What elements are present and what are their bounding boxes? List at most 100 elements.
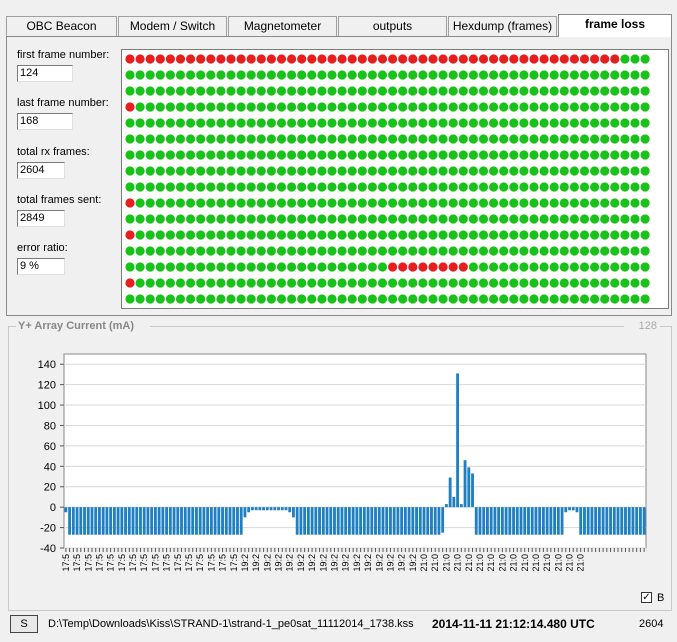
frame-dot — [256, 230, 266, 240]
frame-dot — [489, 198, 499, 208]
frame-dot — [590, 198, 600, 208]
last-frame-field[interactable]: 168 — [17, 113, 73, 130]
frame-dot — [125, 214, 135, 224]
frame-dot — [640, 150, 650, 160]
frame-dot — [337, 134, 347, 144]
frame-dot — [145, 150, 155, 160]
y-tick-label: 100 — [38, 400, 56, 412]
frame-dot — [175, 118, 186, 128]
total-sent-field[interactable]: 2849 — [17, 210, 65, 227]
frame-dot — [630, 262, 640, 272]
bar — [172, 507, 176, 535]
bar — [441, 507, 445, 533]
bar — [277, 507, 280, 511]
frame-dot — [216, 198, 226, 208]
x-tick-label: 17:5 — [83, 554, 93, 572]
frame-dot — [175, 150, 186, 160]
x-tick-label: 21:0 — [531, 554, 541, 572]
frame-dot — [408, 86, 418, 96]
bar — [329, 507, 333, 535]
frame-dot — [569, 262, 579, 272]
bar — [396, 507, 400, 535]
frame-dot — [287, 198, 297, 208]
bar — [124, 507, 127, 535]
x-tick-label: 19:2 — [374, 554, 384, 572]
frame-dot — [590, 278, 600, 288]
frame-dot — [529, 102, 539, 112]
frame-dot — [206, 246, 216, 256]
frame-dot — [610, 102, 620, 112]
frame-dot — [297, 70, 307, 80]
frame-dot — [317, 182, 327, 192]
frame-dot — [630, 294, 640, 304]
frame-dot — [620, 198, 630, 208]
bar — [411, 507, 415, 535]
frame-dot — [529, 230, 539, 240]
frame-dot — [287, 166, 297, 176]
frame-dot — [216, 262, 226, 272]
frame-dot — [539, 134, 549, 144]
frame-dot — [539, 86, 549, 96]
frame-dot — [509, 278, 519, 288]
frame-dot — [499, 102, 509, 112]
frame-dot — [135, 134, 145, 144]
bar — [157, 507, 161, 535]
frame-dot — [145, 134, 155, 144]
frame-dot — [600, 294, 610, 304]
frame-dot — [509, 230, 519, 240]
frame-dot — [337, 262, 347, 272]
frame-dot — [499, 198, 509, 208]
frame-dot — [145, 182, 155, 192]
frame-dot — [448, 70, 458, 80]
tab-obc-beacon[interactable]: OBC Beacon — [6, 16, 117, 36]
frame-dot — [478, 118, 489, 128]
first-frame-field[interactable]: 124 — [17, 65, 73, 82]
frame-dot — [418, 70, 428, 80]
frame-dot — [337, 182, 347, 192]
first-frame-label: first frame number: — [17, 49, 110, 61]
frame-dot — [246, 246, 256, 256]
tab-modem-switch[interactable]: Modem / Switch — [118, 16, 227, 36]
frame-dot — [377, 214, 388, 224]
frame-dot — [458, 262, 468, 272]
tab-outputs[interactable]: outputs — [338, 16, 447, 36]
bar — [280, 507, 284, 511]
frame-dot — [499, 134, 509, 144]
x-tick-label: 19:2 — [307, 554, 317, 572]
tab-hexdump-frames[interactable]: Hexdump (frames) — [448, 16, 557, 36]
frame-dot — [458, 118, 468, 128]
b-checkbox[interactable]: ✓ — [641, 592, 652, 603]
frame-dot — [246, 278, 256, 288]
tab-frame-loss[interactable]: frame loss — [558, 14, 672, 37]
frame-dot — [155, 230, 165, 240]
total-rx-field[interactable]: 2604 — [17, 162, 65, 179]
frame-dot — [438, 246, 448, 256]
frame-dot — [165, 150, 175, 160]
tab-magnetometer[interactable]: Magnetometer — [228, 16, 337, 36]
file-path: D:\Temp\Downloads\Kiss\STRAND-1\strand-1… — [48, 618, 414, 630]
frame-dot — [388, 214, 398, 224]
s-button[interactable]: S — [10, 615, 38, 633]
frame-dot — [590, 54, 600, 64]
bar — [463, 460, 467, 508]
frame-dot — [236, 166, 246, 176]
bar — [213, 507, 217, 535]
frame-dot — [418, 246, 428, 256]
frame-dot — [549, 278, 559, 288]
error-ratio-field[interactable]: 9 % — [17, 258, 65, 275]
frame-dot — [590, 294, 600, 304]
frame-dot — [206, 166, 216, 176]
frame-dot — [236, 70, 246, 80]
frame-dot — [499, 294, 509, 304]
frame-dot — [216, 166, 226, 176]
frame-dot — [377, 182, 388, 192]
frame-dot — [438, 214, 448, 224]
frame-dot — [529, 166, 539, 176]
frame-dot — [398, 262, 408, 272]
frame-dot — [175, 214, 186, 224]
frame-dot — [266, 262, 276, 272]
frame-dot — [388, 54, 398, 64]
frame-dot — [196, 166, 206, 176]
frame-dot — [377, 86, 388, 96]
frame-dot — [610, 54, 620, 64]
